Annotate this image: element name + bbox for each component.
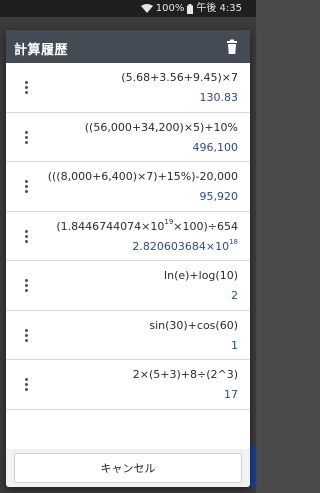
- history-result: 2.820603684×1018: [132, 237, 238, 253]
- more-vert-icon[interactable]: [20, 129, 32, 147]
- history-expression: ln(e)+log(10): [164, 269, 238, 282]
- history-result: 1: [231, 338, 238, 352]
- history-row[interactable]: 2×(5+3)+8÷(2^3) 17: [6, 360, 250, 410]
- history-expression: ((56,000+34,200)×5)+10%: [84, 120, 238, 134]
- more-vert-icon[interactable]: [20, 228, 32, 246]
- history-row[interactable]: ln(e)+log(10) 2: [6, 261, 250, 311]
- more-vert-icon[interactable]: [20, 178, 32, 196]
- history-result: 130.83: [199, 91, 239, 104]
- wifi-icon: [140, 4, 153, 13]
- history-result: 95,920: [199, 190, 239, 203]
- history-dialog: 計算履歴 (5.68+3.56+9.45)×7 130.83 ((56,000+…: [6, 30, 250, 487]
- more-vert-icon[interactable]: [20, 277, 32, 295]
- more-vert-icon[interactable]: [20, 327, 32, 345]
- clock: 午後 4:35: [196, 3, 242, 14]
- dialog-header: 計算履歴: [6, 30, 250, 63]
- history-row[interactable]: sin(30)+cos(60) 1: [6, 311, 250, 360]
- history-expression: (5.68+3.56+9.45)×7: [121, 71, 238, 84]
- battery-icon: [187, 3, 194, 14]
- history-list: (5.68+3.56+9.45)×7 130.83 ((56,000+34,20…: [6, 63, 250, 410]
- trash-icon[interactable]: [224, 39, 240, 55]
- history-result: 496,100: [192, 140, 239, 154]
- history-row[interactable]: (((8,000+6,400)×7)+15%)-20,000 95,920: [6, 162, 250, 212]
- battery-percent: 100%: [155, 3, 185, 14]
- history-row[interactable]: ((56,000+34,200)×5)+10% 496,100: [6, 113, 250, 162]
- history-row[interactable]: (5.68+3.56+9.45)×7 130.83: [6, 63, 250, 113]
- status-bar: 100% 午後 4:35: [0, 0, 256, 17]
- dialog-title: 計算履歴: [14, 43, 69, 58]
- dialog-footer: キャンセル: [6, 449, 250, 487]
- history-expression: (((8,000+6,400)×7)+15%)-20,000: [47, 170, 238, 183]
- history-expression: 2×(5+3)+8÷(2^3): [132, 368, 238, 381]
- history-expression: sin(30)+cos(60): [149, 318, 238, 332]
- more-vert-icon[interactable]: [20, 79, 32, 97]
- history-row[interactable]: (1.8446744074×1019×100)÷654 2.820603684×…: [6, 212, 250, 261]
- history-result: 17: [224, 388, 238, 401]
- cancel-button[interactable]: キャンセル: [14, 453, 242, 483]
- more-vert-icon[interactable]: [20, 376, 32, 394]
- history-result: 2: [231, 289, 238, 302]
- history-expression: (1.8446744074×1019×100)÷654: [56, 217, 238, 233]
